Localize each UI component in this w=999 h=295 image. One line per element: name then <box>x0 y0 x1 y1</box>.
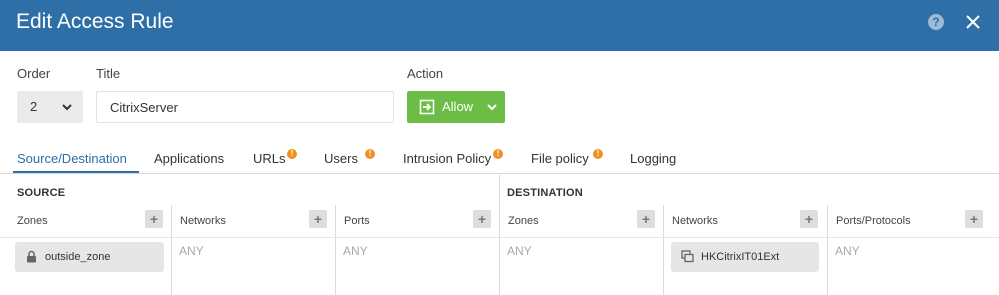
add-source-port-button[interactable]: + <box>473 210 491 228</box>
tab-urls[interactable]: URLs <box>253 151 286 166</box>
action-allow-button[interactable]: Allow <box>407 91 505 123</box>
header-row-divider <box>0 237 999 238</box>
order-label: Order <box>17 66 51 81</box>
tab-logging[interactable]: Logging <box>630 151 676 166</box>
action-label: Action <box>407 66 444 81</box>
tab-users[interactable]: Users <box>324 151 358 166</box>
source-networks-value: ANY <box>179 244 204 258</box>
tab-file-policy[interactable]: File policy <box>531 151 589 166</box>
title-input[interactable] <box>96 91 394 123</box>
source-networks-header: Networks <box>180 215 226 227</box>
destination-networks-header: Networks <box>672 215 718 227</box>
rule-tabs: Source/Destination Applications URLs Use… <box>0 146 999 174</box>
chevron-down-icon <box>62 104 72 111</box>
title-label: Title <box>96 66 121 81</box>
destination-network-chip[interactable]: HKCitrixIT01Ext <box>671 242 819 272</box>
source-ports-header: Ports <box>344 215 370 227</box>
add-source-network-button[interactable]: + <box>309 210 327 228</box>
help-icon[interactable]: ? <box>928 14 944 30</box>
tab-applications[interactable]: Applications <box>154 151 224 166</box>
add-destination-port-button[interactable]: + <box>965 210 983 228</box>
network-object-icon <box>681 250 694 263</box>
close-icon[interactable] <box>963 12 983 32</box>
add-destination-network-button[interactable]: + <box>800 210 818 228</box>
users-warning-icon: ! <box>365 149 375 159</box>
source-zones-header: Zones <box>17 215 48 227</box>
tab-source-destination[interactable]: Source/Destination <box>17 151 127 166</box>
section-divider <box>499 175 500 295</box>
destination-network-label: HKCitrixIT01Ext <box>701 251 780 263</box>
allow-arrow-icon <box>419 99 435 115</box>
urls-warning-icon: ! <box>287 149 297 159</box>
source-zone-label: outside_zone <box>45 251 111 263</box>
source-ports-value: ANY <box>343 244 368 258</box>
column-divider <box>335 205 336 295</box>
destination-heading: DESTINATION <box>507 187 583 199</box>
destination-zones-header: Zones <box>508 215 539 227</box>
source-heading: SOURCE <box>17 187 66 199</box>
order-select[interactable]: 2 <box>17 91 83 123</box>
active-tab-indicator <box>13 171 139 173</box>
destination-zones-value: ANY <box>507 244 532 258</box>
dialog-header: Edit Access Rule ? <box>0 0 999 51</box>
destination-ports-value: ANY <box>835 244 860 258</box>
order-value: 2 <box>30 99 38 114</box>
column-divider <box>827 205 828 295</box>
add-destination-zone-button[interactable]: + <box>637 210 655 228</box>
column-divider <box>171 205 172 295</box>
tab-intrusion-policy[interactable]: Intrusion Policy <box>403 151 491 166</box>
add-source-zone-button[interactable]: + <box>145 210 163 228</box>
destination-ports-header: Ports/Protocols <box>836 215 911 227</box>
action-value: Allow <box>442 99 474 114</box>
dialog-title: Edit Access Rule <box>16 10 174 33</box>
intrusion-warning-icon: ! <box>493 149 503 159</box>
lock-icon <box>27 250 36 263</box>
column-divider <box>663 205 664 295</box>
chevron-down-icon <box>487 104 497 111</box>
file-policy-warning-icon: ! <box>593 149 603 159</box>
source-zone-chip[interactable]: outside_zone <box>15 242 164 272</box>
